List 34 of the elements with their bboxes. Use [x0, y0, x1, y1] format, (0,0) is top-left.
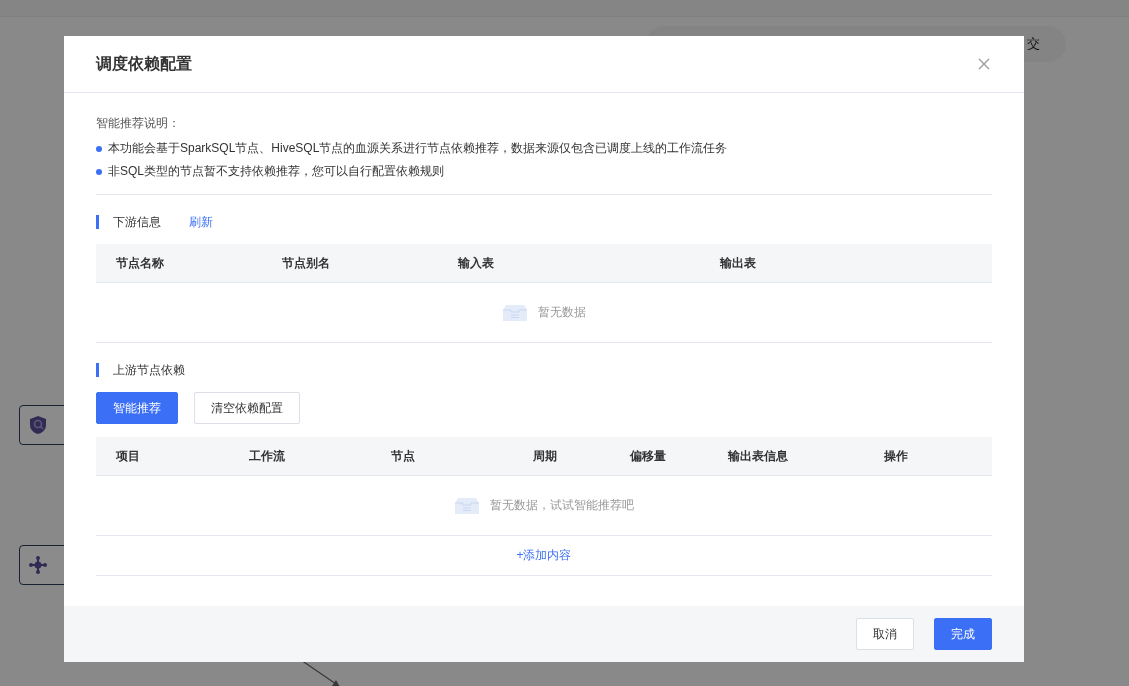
column-header: 输出表信息 [728, 447, 790, 465]
section-title: 下游信息 [113, 213, 161, 231]
column-header: 节点名称 [116, 254, 165, 272]
notes-heading: 智能推荐说明： [96, 115, 181, 132]
network-icon [28, 555, 48, 575]
section-title: 上游节点依赖 [113, 361, 185, 379]
note-text: 非SQL类型的节点暂不支持依赖推荐，您可以自行配置依赖规则 [108, 163, 444, 180]
add-content-link[interactable]: +添加内容 [516, 547, 572, 564]
column-header: 输入表 [458, 254, 496, 272]
column-header: 操作 [884, 447, 910, 465]
column-header: 偏移量 [630, 447, 668, 465]
column-header: 节点别名 [282, 254, 332, 272]
refresh-link[interactable]: 刷新 [189, 213, 213, 231]
empty-box-icon [454, 496, 480, 515]
column-header: 项目 [116, 447, 141, 465]
clear-button[interactable]: 清空依赖配置 [194, 392, 300, 424]
note-text: 本功能会基于SparkSQL节点、HiveSQL节点的血源关系进行节点依赖推荐，数据来源仅包含已调度上线的工作流任务 [108, 140, 728, 157]
empty-text: 暂无数据，试试智能推荐吧 [490, 497, 634, 514]
cancel-button[interactable]: 取消 [856, 618, 914, 650]
empty-text: 暂无数据 [538, 304, 586, 321]
done-button[interactable]: 完成 [934, 618, 992, 650]
empty-box-icon [502, 303, 528, 322]
recommend-button[interactable]: 智能推荐 [96, 392, 178, 424]
column-header: 输出表 [720, 254, 758, 272]
bullet-icon [96, 168, 102, 175]
section-marker [96, 363, 99, 377]
close-icon[interactable] [978, 58, 990, 70]
column-header: 节点 [390, 447, 416, 465]
dialog-title: 调度依赖配置 [96, 53, 192, 74]
bullet-icon [96, 145, 102, 152]
column-header: 工作流 [248, 447, 286, 465]
section-marker [96, 215, 99, 229]
column-header: 周期 [532, 447, 558, 465]
shield-icon [28, 415, 48, 435]
